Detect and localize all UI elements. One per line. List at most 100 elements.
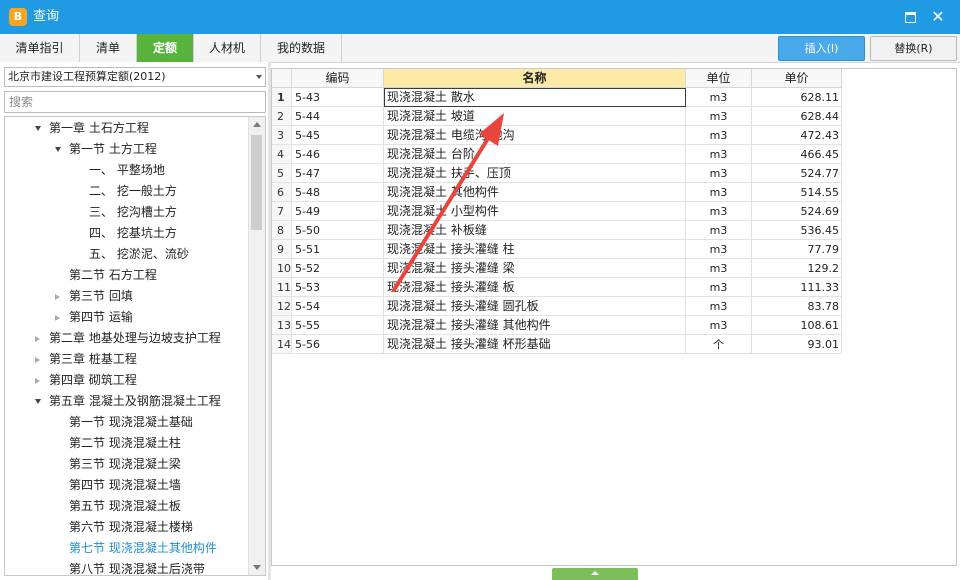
tree-node[interactable]: 三、 挖沟槽土方 — [89, 202, 177, 223]
tree-node[interactable]: 第二章 地基处理与边坡支护工程 — [35, 328, 221, 349]
unit-cell[interactable]: m3 — [686, 297, 752, 316]
row-index[interactable]: 2 — [272, 107, 292, 126]
unit-cell[interactable]: m3 — [686, 126, 752, 145]
row-index[interactable]: 6 — [272, 183, 292, 202]
table-row[interactable]: 8 5-50 现浇混凝土 补板缝 m3 536.45 — [272, 221, 842, 240]
caret-down-icon[interactable] — [55, 147, 61, 152]
tree-node[interactable]: 第三章 桩基工程 — [35, 349, 137, 370]
tree-node[interactable]: 二、 挖一般土方 — [89, 181, 177, 202]
tree-node[interactable]: 第二节 现浇混凝土柱 — [69, 433, 181, 454]
insert-button[interactable]: 插入(I) — [778, 36, 865, 61]
tree-node[interactable]: 第一节 现浇混凝土基础 — [69, 412, 193, 433]
table-row[interactable]: 1 5-43 现浇混凝土 散水 m3 628.11 — [272, 88, 842, 107]
tree-node[interactable]: 第四节 运输 — [55, 307, 133, 328]
row-index[interactable]: 4 — [272, 145, 292, 164]
tree-node[interactable]: 第七节 现浇混凝土其他构件 — [69, 538, 217, 559]
row-index[interactable]: 5 — [272, 164, 292, 183]
name-cell[interactable]: 现浇混凝土 小型构件 — [384, 202, 686, 221]
price-cell[interactable]: 628.44 — [752, 107, 842, 126]
row-index[interactable]: 8 — [272, 221, 292, 240]
table-row[interactable]: 13 5-55 现浇混凝土 接头灌缝 其他构件 m3 108.61 — [272, 316, 842, 335]
row-index[interactable]: 14 — [272, 335, 292, 354]
unit-cell[interactable]: m3 — [686, 240, 752, 259]
tree-node[interactable]: 第五章 混凝土及钢筋混凝土工程 — [35, 391, 221, 412]
tree-node[interactable]: 第一章 土石方工程 — [35, 118, 149, 139]
name-cell[interactable]: 现浇混凝土 接头灌缝 板 — [384, 278, 686, 297]
name-cell[interactable]: 现浇混凝土 接头灌缝 杯形基础 — [384, 335, 686, 354]
code-cell[interactable]: 5-56 — [292, 335, 384, 354]
caret-down-icon[interactable] — [35, 126, 41, 131]
code-cell[interactable]: 5-43 — [292, 88, 384, 107]
code-cell[interactable]: 5-44 — [292, 107, 384, 126]
scrollbar-thumb[interactable] — [251, 135, 262, 230]
tab-labor-material[interactable]: 人材机 — [194, 34, 261, 62]
maximize-button[interactable] — [900, 7, 920, 27]
name-cell[interactable]: 现浇混凝土 坡道 — [384, 107, 686, 126]
table-row[interactable]: 5 5-47 现浇混凝土 扶手、压顶 m3 524.77 — [272, 164, 842, 183]
price-cell[interactable]: 111.33 — [752, 278, 842, 297]
scroll-down-icon[interactable] — [253, 565, 261, 570]
close-button[interactable]: ✕ — [928, 7, 948, 27]
price-cell[interactable]: 514.55 — [752, 183, 842, 202]
code-cell[interactable]: 5-54 — [292, 297, 384, 316]
row-index[interactable]: 9 — [272, 240, 292, 259]
quota-library-select[interactable]: 北京市建设工程预算定额(2012) — [4, 67, 266, 87]
name-cell[interactable]: 现浇混凝土 补板缝 — [384, 221, 686, 240]
unit-cell[interactable]: m3 — [686, 107, 752, 126]
unit-cell[interactable]: 个 — [686, 335, 752, 354]
code-cell[interactable]: 5-50 — [292, 221, 384, 240]
unit-cell[interactable]: m3 — [686, 164, 752, 183]
replace-button[interactable]: 替换(R) — [870, 36, 957, 61]
row-index[interactable]: 7 — [272, 202, 292, 221]
price-cell[interactable]: 628.11 — [752, 88, 842, 107]
name-cell[interactable]: 现浇混凝土 散水 — [384, 88, 686, 107]
tree-scrollbar[interactable] — [248, 117, 265, 575]
code-cell[interactable]: 5-47 — [292, 164, 384, 183]
tab-list[interactable]: 清单 — [80, 34, 137, 62]
table-row[interactable]: 6 5-48 现浇混凝土 其他构件 m3 514.55 — [272, 183, 842, 202]
unit-cell[interactable]: m3 — [686, 202, 752, 221]
table-row[interactable]: 14 5-56 现浇混凝土 接头灌缝 杯形基础个 93.01 — [272, 335, 842, 354]
price-cell[interactable]: 108.61 — [752, 316, 842, 335]
table-row[interactable]: 7 5-49 现浇混凝土 小型构件 m3 524.69 — [272, 202, 842, 221]
tree-node[interactable]: 第四章 砌筑工程 — [35, 370, 137, 391]
header-code[interactable]: 编码 — [292, 69, 384, 88]
table-row[interactable]: 11 5-53 现浇混凝土 接头灌缝 板 m3 111.33 — [272, 278, 842, 297]
unit-cell[interactable]: m3 — [686, 88, 752, 107]
caret-right-icon[interactable] — [35, 378, 40, 384]
row-index[interactable]: 12 — [272, 297, 292, 316]
tree-node[interactable]: 第六节 现浇混凝土楼梯 — [69, 517, 193, 538]
scroll-up-icon[interactable] — [253, 122, 261, 127]
unit-cell[interactable]: m3 — [686, 259, 752, 278]
table-row[interactable]: 12 5-54 现浇混凝土 接头灌缝 圆孔板 m3 83.78 — [272, 297, 842, 316]
table-row[interactable]: 3 5-45 现浇混凝土 电缆沟 地沟 m3 472.43 — [272, 126, 842, 145]
name-cell[interactable]: 现浇混凝土 接头灌缝 梁 — [384, 259, 686, 278]
tree-node[interactable]: 第一节 土方工程 — [55, 139, 157, 160]
unit-cell[interactable]: m3 — [686, 221, 752, 240]
caret-down-icon[interactable] — [35, 399, 41, 404]
code-cell[interactable]: 5-51 — [292, 240, 384, 259]
table-row[interactable]: 9 5-51 现浇混凝土 接头灌缝 柱 m3 77.79 — [272, 240, 842, 259]
name-cell[interactable]: 现浇混凝土 接头灌缝 其他构件 — [384, 316, 686, 335]
price-cell[interactable]: 83.78 — [752, 297, 842, 316]
name-cell[interactable]: 现浇混凝土 扶手、压顶 — [384, 164, 686, 183]
price-cell[interactable]: 524.77 — [752, 164, 842, 183]
caret-right-icon[interactable] — [35, 357, 40, 363]
code-cell[interactable]: 5-49 — [292, 202, 384, 221]
row-index[interactable]: 1 — [272, 88, 292, 107]
name-cell[interactable]: 现浇混凝土 接头灌缝 柱 — [384, 240, 686, 259]
unit-cell[interactable]: m3 — [686, 183, 752, 202]
tree-node[interactable]: 第五节 现浇混凝土板 — [69, 496, 181, 517]
code-cell[interactable]: 5-48 — [292, 183, 384, 202]
row-index[interactable]: 11 — [272, 278, 292, 297]
table-row[interactable]: 10 5-52 现浇混凝土 接头灌缝 梁 m3 129.2 — [272, 259, 842, 278]
code-cell[interactable]: 5-46 — [292, 145, 384, 164]
bottom-expand-handle[interactable] — [552, 568, 638, 580]
tree-node[interactable]: 第三节 回填 — [55, 286, 133, 307]
header-unit[interactable]: 单位 — [686, 69, 752, 88]
code-cell[interactable]: 5-52 — [292, 259, 384, 278]
price-cell[interactable]: 472.43 — [752, 126, 842, 145]
price-cell[interactable]: 466.45 — [752, 145, 842, 164]
header-name[interactable]: 名称 — [384, 69, 686, 88]
tree-node[interactable]: 五、 挖淤泥、流砂 — [89, 244, 189, 265]
